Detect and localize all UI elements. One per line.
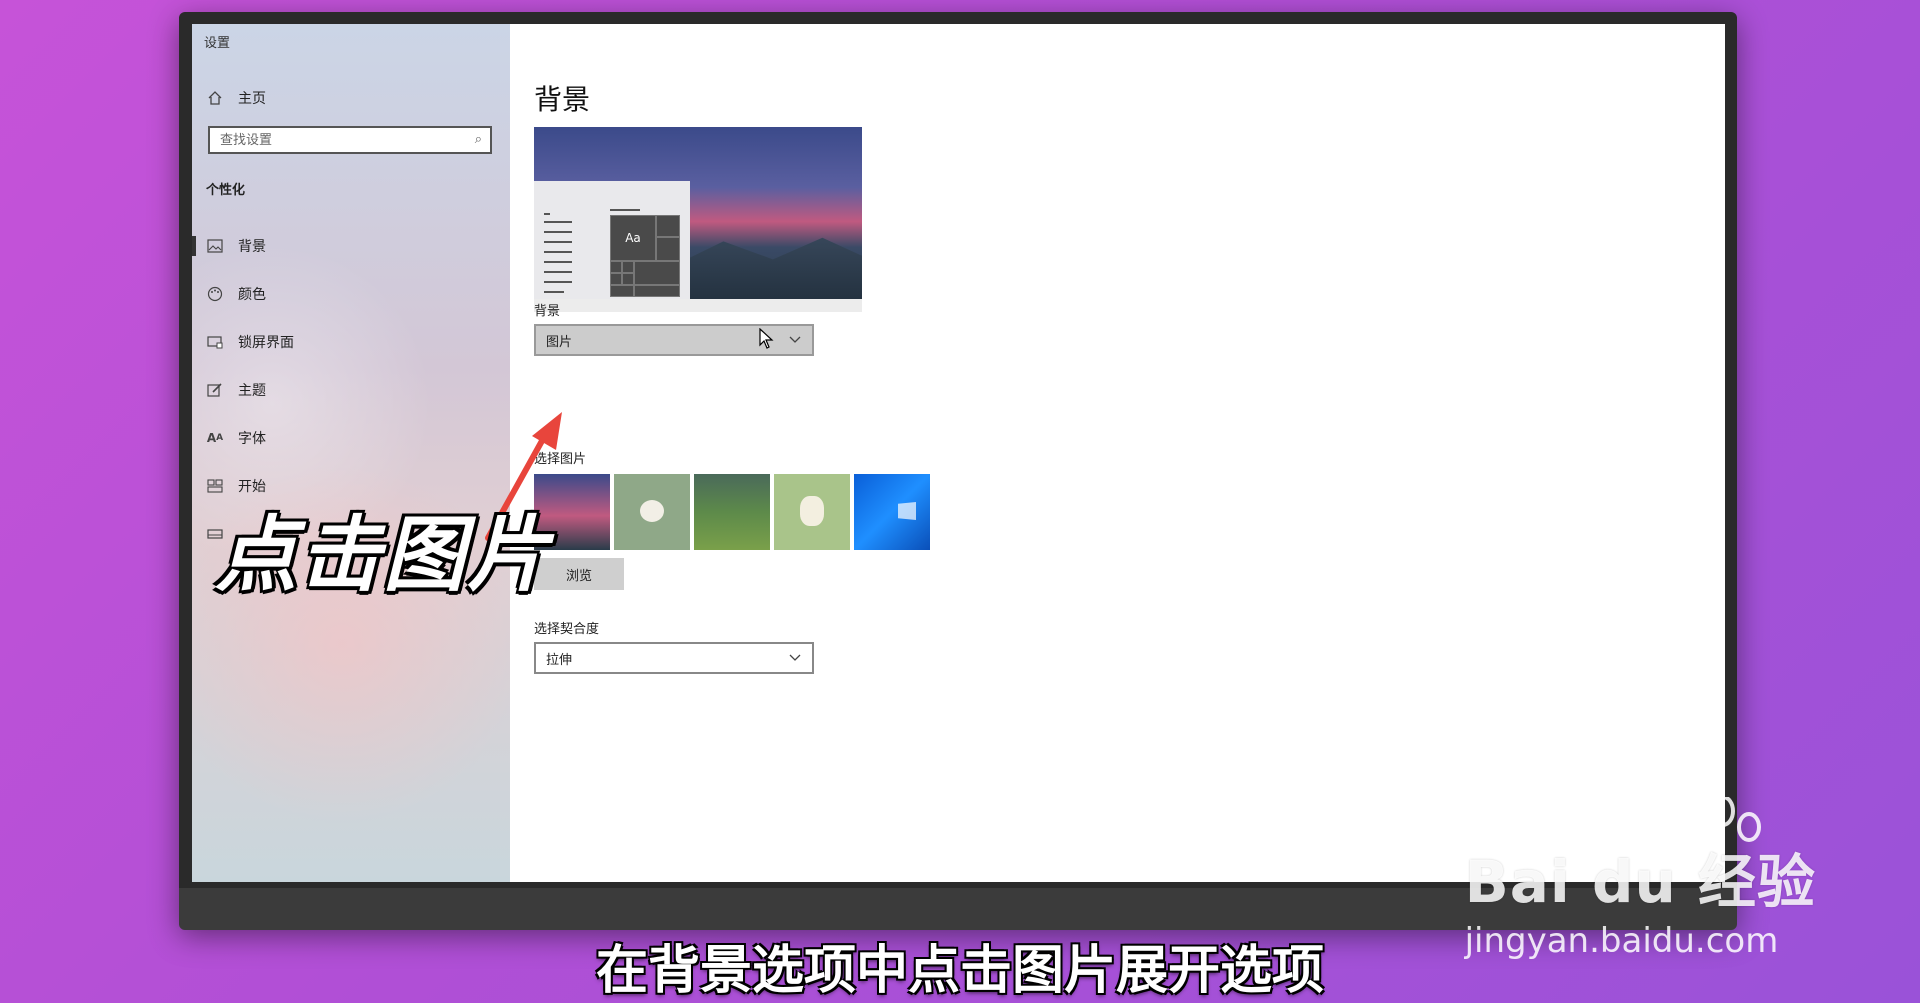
sidebar-item-themes[interactable]: 主题 bbox=[192, 370, 510, 410]
section-title: 个性化 bbox=[206, 183, 246, 198]
picture-thumb-5[interactable] bbox=[854, 474, 930, 550]
sidebar-item-fonts[interactable]: AA 字体 bbox=[192, 418, 510, 458]
sidebar-item-background[interactable]: 背景 bbox=[192, 226, 510, 266]
chevron-down-icon bbox=[788, 650, 802, 668]
brush-icon bbox=[206, 381, 224, 399]
settings-window: 设置 主页 ⌕ 个性化 背景 颜色 bbox=[192, 24, 1725, 882]
background-label: 背景 bbox=[534, 304, 561, 319]
sidebar-item-label: 背景 bbox=[238, 239, 266, 255]
baidu-paw-logo bbox=[1665, 797, 1761, 861]
preview-tile-aa: Aa bbox=[610, 215, 656, 261]
sidebar-item-label: 主题 bbox=[238, 383, 266, 399]
lock-screen-icon bbox=[206, 333, 224, 351]
video-subtitle: 在背景选项中点击图片展开选项 bbox=[595, 941, 1324, 1001]
sidebar-item-color[interactable]: 颜色 bbox=[192, 274, 510, 314]
callout-text: 点击图片 bbox=[215, 508, 551, 603]
home-icon bbox=[206, 89, 224, 107]
search-input[interactable] bbox=[218, 131, 462, 149]
mouse-pointer-icon bbox=[759, 328, 774, 349]
background-preview: Aa bbox=[534, 127, 862, 312]
sidebar-item-label: 锁屏界面 bbox=[238, 335, 294, 351]
picture-thumb-3[interactable] bbox=[694, 474, 770, 550]
search-box[interactable]: ⌕ bbox=[208, 126, 492, 154]
picture-thumb-2[interactable] bbox=[614, 474, 690, 550]
palette-icon bbox=[206, 285, 224, 303]
fit-label: 选择契合度 bbox=[534, 622, 600, 637]
sidebar-home[interactable]: 主页 bbox=[192, 78, 510, 118]
fit-dropdown[interactable]: 拉伸 bbox=[534, 642, 814, 674]
picture-thumb-4[interactable] bbox=[774, 474, 850, 550]
sidebar-item-label: 颜色 bbox=[238, 287, 266, 303]
sidebar-item-label: 字体 bbox=[238, 431, 266, 447]
fit-dropdown-value: 拉伸 bbox=[546, 652, 573, 668]
image-icon bbox=[206, 237, 224, 255]
sidebar-item-lock-screen[interactable]: 锁屏界面 bbox=[192, 322, 510, 362]
font-icon: AA bbox=[206, 431, 224, 445]
background-dropdown-value: 图片 bbox=[546, 334, 573, 350]
window-title: 设置 bbox=[204, 36, 231, 51]
sidebar-home-label: 主页 bbox=[238, 91, 266, 107]
sidebar: 设置 主页 ⌕ 个性化 背景 颜色 bbox=[192, 24, 510, 882]
search-icon: ⌕ bbox=[474, 132, 482, 147]
chevron-down-icon bbox=[788, 332, 802, 350]
page-title: 背景 bbox=[534, 83, 591, 116]
